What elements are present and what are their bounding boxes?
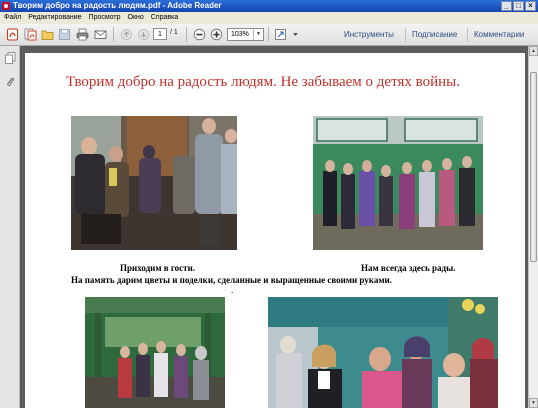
scrollbar-thumb[interactable] [530,72,537,262]
menu-edit[interactable]: Редактирование [28,12,81,24]
toolbar-options-icon[interactable] [289,28,302,41]
zoom-level-value: 103% [231,31,249,38]
caption-gifts: На память дарим цветы и поделки, сделанн… [71,275,392,285]
save-icon[interactable] [58,28,71,41]
minimize-button[interactable]: _ [501,1,512,11]
stray-dot: . [231,285,234,295]
page-thumbnails-icon[interactable] [5,52,16,64]
zoom-level-select[interactable]: 103% ▼ [227,28,264,41]
photo-group-outdoor [85,297,225,408]
menu-file[interactable]: Файл [4,12,21,24]
photo-visiting-elderly [71,116,237,250]
scroll-down-button[interactable]: ▼ [529,398,538,408]
window-controls: _ □ × [501,1,536,11]
zoom-in-icon[interactable] [210,28,223,41]
toolbar-separator [268,27,269,42]
vertical-scrollbar[interactable]: ▲ ▼ [528,46,538,408]
pdf-page: Творим добро на радость людям. Не забыва… [25,53,525,408]
link-separator [405,28,406,42]
toolbar-separator [186,27,187,42]
menu-view[interactable]: Просмотр [89,12,121,24]
caption-visiting: Приходим в гости. [120,263,196,273]
photo-girl-with-elders [268,297,498,408]
menu-window[interactable]: Окно [128,12,144,24]
menu-bar: Файл Редактирование Просмотр Окно Справк… [0,12,538,24]
create-pdf-icon[interactable] [6,28,19,41]
print-icon[interactable] [76,28,89,41]
toolbar: 1 / 1 103% ▼ Инструменты Подписание Комм… [0,24,538,46]
chevron-down-icon[interactable]: ▼ [253,29,263,40]
tools-link[interactable]: Инструменты [344,30,394,39]
maximize-button[interactable]: □ [513,1,524,11]
window-title: Творим добро на радость людям.pdf - Adob… [13,1,222,10]
sign-link[interactable]: Подписание [412,30,457,39]
previous-page-icon[interactable] [120,28,133,41]
photo-group-porch [313,116,483,250]
caption-welcome: Нам всегда здесь рады. [361,263,456,273]
attachments-icon[interactable] [5,76,16,88]
open-folder-icon[interactable] [41,28,54,41]
title-bar: Творим добро на радость людям.pdf - Adob… [0,0,538,12]
email-icon[interactable] [94,28,107,41]
edit-pdf-icon[interactable] [24,28,37,41]
navigation-panel [0,46,20,408]
page-number-input[interactable]: 1 [153,28,167,40]
link-separator [467,28,468,42]
fit-page-icon[interactable] [274,28,287,41]
toolbar-separator [113,27,114,42]
adobe-reader-icon [2,2,10,10]
zoom-out-icon[interactable] [193,28,206,41]
document-area[interactable]: Творим добро на радость людям. Не забыва… [20,46,528,408]
next-page-icon[interactable] [137,28,150,41]
close-button[interactable]: × [525,1,536,11]
menu-help[interactable]: Справка [151,12,178,24]
page-total: / 1 [170,29,178,36]
comments-link[interactable]: Комментарии [474,30,524,39]
scroll-up-button[interactable]: ▲ [529,46,538,56]
page-heading: Творим добро на радость людям. Не забыва… [66,74,460,90]
